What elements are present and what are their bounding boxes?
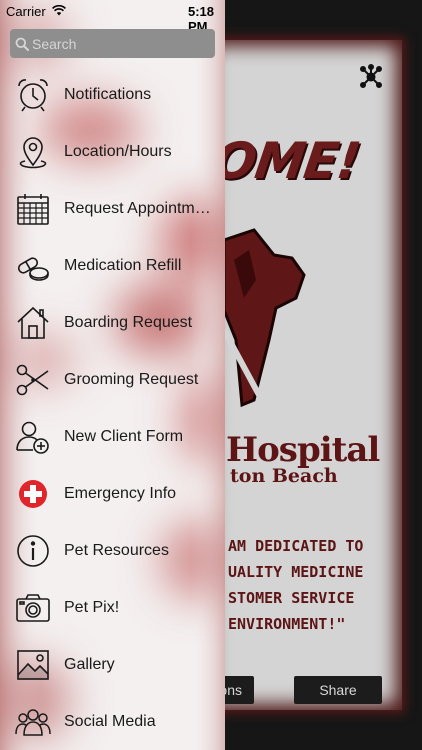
menu-label: Request Appointment [64, 199, 214, 217]
menu-label: New Client Form [64, 427, 184, 445]
camera-icon [15, 590, 51, 626]
mission-quote: AM DEDICATED TO UALITY MEDICINE STOMER S… [228, 533, 398, 637]
calendar-icon [15, 191, 51, 227]
alarm-clock-icon [15, 77, 51, 113]
share-button[interactable]: Share [294, 676, 382, 704]
status-bar: Carrier 5:18 PM [0, 0, 225, 34]
image-icon [15, 647, 51, 683]
quote-line: UALITY MEDICINE [228, 563, 364, 581]
menu-label: Emergency Info [64, 484, 177, 502]
menu-item-social-media[interactable]: Social Media [0, 693, 225, 750]
add-user-icon [15, 419, 51, 455]
menu-item-notifications[interactable]: Notifications [0, 66, 225, 123]
side-drawer: Carrier 5:18 PM Search Notifications Loc… [0, 0, 225, 750]
menu-item-location-hours[interactable]: Location/Hours [0, 123, 225, 180]
map-pin-icon [15, 134, 51, 170]
welcome-heading: OME! [209, 132, 364, 190]
menu-item-pet-resources[interactable]: Pet Resources [0, 522, 225, 579]
search-input[interactable] [29, 29, 215, 58]
search-icon [15, 37, 29, 51]
menu-item-boarding-request[interactable]: Boarding Request [0, 294, 225, 351]
menu-label: Gallery [64, 655, 115, 673]
menu-label: Location/Hours [64, 142, 172, 160]
group-icon [15, 704, 51, 740]
house-icon [15, 305, 51, 341]
menu-item-emergency-info[interactable]: Emergency Info [0, 465, 225, 522]
hospital-location: ton Beach [230, 465, 338, 487]
wifi-icon [52, 5, 66, 16]
menu-item-gallery[interactable]: Gallery [0, 636, 225, 693]
menu-label: Boarding Request [64, 313, 193, 331]
menu-label: Social Media [64, 712, 156, 730]
quote-line: ENVIRONMENT!" [228, 615, 346, 633]
quote-line: STOMER SERVICE [228, 589, 355, 607]
dog-logo [221, 228, 306, 408]
drawer-menu: Notifications Location/Hours Request App… [0, 66, 225, 750]
share-network-icon[interactable] [358, 64, 384, 90]
menu-item-request-appointment[interactable]: Request Appointment [0, 180, 225, 237]
menu-label: Notifications [64, 85, 152, 103]
menu-item-pet-pix[interactable]: Pet Pix! [0, 579, 225, 636]
menu-label: Grooming Request [64, 370, 199, 388]
search-bar[interactable] [10, 29, 215, 58]
menu-item-grooming-request[interactable]: Grooming Request [0, 351, 225, 408]
menu-item-medication-refill[interactable]: Medication Refill [0, 237, 225, 294]
red-cross-icon [15, 476, 51, 512]
pills-icon [15, 248, 51, 284]
menu-label: Pet Pix! [64, 598, 120, 616]
menu-item-new-client-form[interactable]: New Client Form [0, 408, 225, 465]
carrier-label: Carrier [6, 4, 46, 19]
menu-label: Pet Resources [64, 541, 169, 559]
scissors-icon [15, 362, 51, 398]
hospital-name: Hospital [226, 430, 380, 470]
menu-label: Medication Refill [64, 256, 182, 274]
info-icon [15, 533, 51, 569]
quote-line: AM DEDICATED TO [228, 537, 364, 555]
